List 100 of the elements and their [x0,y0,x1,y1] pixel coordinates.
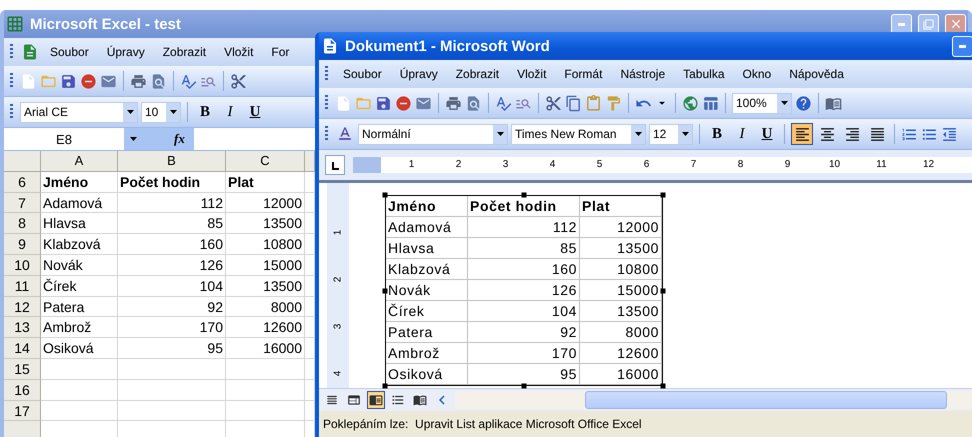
table-cell: Hlavsa [386,238,468,259]
row-header[interactable]: 8 [4,213,41,234]
menu-item[interactable]: Formát [557,64,610,84]
table-cell: Klabzová [386,259,468,280]
table-cell: 12600 [226,317,305,338]
ruler-number: 11 [875,158,888,172]
table-cell: Novák [41,254,118,276]
table-cell: Počet hodin [468,196,580,217]
menu-item[interactable]: For [264,42,296,62]
vertical-ruler[interactable]: 1 2 3 4 [327,183,349,388]
insert-function-button[interactable]: fx [174,131,185,147]
menu-item[interactable]: Soubor [336,64,389,84]
row-header[interactable]: 6 [4,172,41,193]
table-cell: 126 [118,254,226,276]
menu-item[interactable]: Nápověda [782,64,851,84]
menu-item[interactable]: Vložit [510,64,554,84]
ruler-number: 1 [332,228,344,238]
table-cell: 104 [118,276,226,297]
font-size-dropdown[interactable]: 10 [141,102,181,122]
table-cell: Plat [580,196,662,217]
table-cell: 13500 [226,276,305,297]
row-header[interactable]: 15 [4,358,41,380]
ruler-number: 3 [332,322,344,332]
row-header[interactable]: 16 [4,380,41,401]
ruler-number: 2 [454,158,462,172]
table-cell: 13500 [580,301,662,322]
menu-item[interactable]: Tabulka [676,64,732,84]
table-cell: 16000 [580,364,662,385]
format-button[interactable]: I [219,101,241,123]
horizontal-ruler[interactable]: 1 2 3 4 5 6 7 8 9 10 11 12 [353,157,972,173]
column-header[interactable]: A [41,151,118,172]
menu-item[interactable]: Úpravy [100,42,152,62]
menu-item[interactable]: Soubor [43,42,96,62]
table-cell: 160 [118,234,226,255]
table-cell: Plat [226,172,305,193]
ruler-number: 2 [332,276,344,284]
row-header[interactable]: 9 [4,234,41,255]
table-cell: 13500 [580,238,662,259]
format-button[interactable]: U [756,123,778,145]
column-header[interactable]: C [226,151,305,172]
table-cell: 95 [468,364,580,385]
ruler-number: 4 [332,370,344,378]
zoom-dropdown[interactable]: 100% [732,92,792,114]
table-cell: Čírek [386,301,468,322]
row-header[interactable]: 10 [4,254,41,276]
table-cell: 104 [468,301,580,322]
menu-item[interactable]: Zobrazit [156,42,214,62]
ruler-number: 8 [736,158,744,172]
table-cell: 8000 [226,296,305,318]
table-cell: 12600 [580,343,662,364]
font-dropdown[interactable]: Arial CE [20,102,138,122]
format-button[interactable]: B [194,101,216,123]
ruler-number: 3 [502,158,510,172]
table-cell: 92 [118,296,226,318]
table-cell: Adamová [41,192,118,214]
row-header[interactable]: 7 [4,192,41,214]
format-button[interactable]: B [706,123,728,145]
table-cell: Adamová [386,217,468,238]
table-cell: Ambrož [41,317,118,338]
menu-item[interactable]: Nástroje [613,64,672,84]
table-cell: 170 [468,343,580,364]
ruler-number: 1 [408,158,416,172]
table-cell: Jméno [41,172,118,193]
window-title: Dokument1 - Microsoft Word [345,38,551,54]
status-text: Poklepáním lze: Upravit List aplikace Microsoft Office Excel [319,411,972,437]
menu-item[interactable]: Úpravy [392,64,445,84]
table-cell: Osiková [41,338,118,359]
table-cell: Patera [386,322,468,343]
row-header[interactable]: 12 [4,296,41,318]
style-dropdown[interactable]: Normální [358,124,508,144]
table-cell: Ambrož [386,343,468,364]
format-button[interactable]: I [731,123,753,145]
table-cell: 112 [468,217,580,238]
table-cell: Počet hodin [118,172,226,193]
table-cell: 92 [468,322,580,343]
column-header[interactable]: B [118,151,226,172]
ruler-number: 12 [922,158,936,172]
font-size-dropdown[interactable]: 12 [649,124,693,144]
menu-item[interactable]: Okno [736,64,778,84]
table-cell: 170 [118,317,226,338]
table-cell: 12000 [580,217,662,238]
row-header[interactable]: 13 [4,317,41,338]
ruler-number: 7 [690,158,698,172]
font-dropdown[interactable]: Times New Roman [511,124,646,144]
embedded-table[interactable]: Jméno Počet hodin Plat Adamová 112 12000 Hlavsa 85 13500 Klabzová 160 10800 Novák 126 15000 Čírek 104 13500 Patera 92 8000 Ambrož 170 12600 Osiková 95 16000 [385,195,663,386]
ruler-number: 6 [642,158,650,172]
table-cell: 8000 [580,322,662,343]
table-cell: Patera [41,296,118,318]
table-cell: 10800 [226,234,305,255]
table-cell: 15000 [226,254,305,276]
row-header[interactable]: 17 [4,400,41,422]
format-button[interactable]: U [244,101,266,123]
table-cell: 12000 [226,192,305,214]
row-header[interactable]: 11 [4,276,41,297]
menu-item[interactable]: Vložit [217,42,260,62]
menu-item[interactable]: Zobrazit [448,64,506,84]
table-cell: Osiková [386,364,468,385]
table-cell: Klabzová [41,234,118,255]
row-header[interactable]: 14 [4,338,41,359]
table-cell: Jméno [386,196,468,217]
